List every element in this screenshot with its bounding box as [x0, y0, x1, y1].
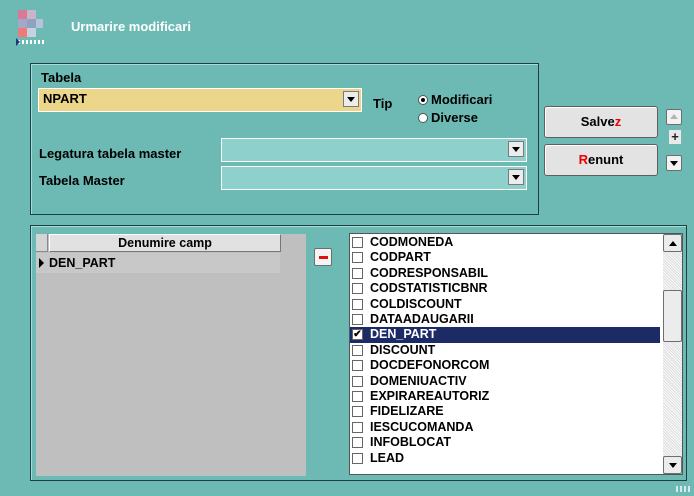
- radio-modificari-label: Modificari: [431, 92, 493, 107]
- table-row[interactable]: DEN_PART: [36, 253, 280, 273]
- checkbox-icon[interactable]: [352, 452, 363, 464]
- list-item[interactable]: LEAD: [350, 451, 660, 466]
- move-down-button[interactable]: [666, 155, 682, 171]
- list-item-label: IESCUCOMANDA: [370, 419, 474, 434]
- tabela-label: Tabela: [41, 70, 82, 85]
- list-item[interactable]: DISCOUNT: [350, 343, 660, 358]
- list-item-label: EXPIRAREAUTORIZ: [370, 389, 490, 403]
- list-item-label: DATAADAUGARII: [370, 312, 474, 326]
- legatura-label: Legatura tabela master: [39, 146, 182, 161]
- list-item[interactable]: DOCDEFONORCOM: [350, 358, 660, 373]
- list-item[interactable]: DOMENIUACTIV: [350, 374, 660, 389]
- grid-header[interactable]: Denumire camp: [49, 234, 281, 252]
- checkbox-checked-icon[interactable]: ✔: [352, 329, 363, 341]
- vertical-scrollbar[interactable]: [663, 234, 682, 474]
- list-item[interactable]: DATAADAUGARII: [350, 312, 660, 327]
- list-item[interactable]: INFOBLOCAT: [350, 435, 660, 450]
- chevron-down-icon: [669, 463, 677, 468]
- resize-grip-icon[interactable]: [676, 486, 690, 492]
- window-title: Urmarire modificari: [71, 19, 191, 34]
- checkbox-icon[interactable]: [352, 360, 363, 372]
- radio-selected-icon[interactable]: [418, 95, 428, 105]
- list-item-label: DISCOUNT: [370, 342, 436, 357]
- save-hotkey: z: [614, 114, 622, 129]
- list-item-label: DEN_PART: [370, 327, 437, 342]
- add-button[interactable]: +: [669, 130, 681, 144]
- list-item[interactable]: EXPIRAREAUTORIZ: [350, 389, 660, 404]
- list-item[interactable]: FIDELIZARE: [350, 404, 660, 419]
- list-item[interactable]: CODSTATISTICBNR: [350, 281, 660, 296]
- checklist-items: CODMONEDA CODPART CODRESPONSABIL CODSTATIST…: [350, 235, 663, 474]
- checkbox-icon[interactable]: [352, 252, 363, 264]
- row-cell-den-part: DEN_PART: [49, 256, 116, 270]
- list-item-label: CODSTATISTICBNR: [370, 281, 488, 296]
- app-logo-icon: [16, 10, 44, 46]
- scroll-down-button[interactable]: [663, 456, 682, 474]
- save-label: Salve: [580, 114, 615, 129]
- chevron-up-icon: [670, 114, 678, 119]
- list-item[interactable]: IESCUCOMANDA: [350, 420, 660, 435]
- tabela-master-combo[interactable]: [221, 166, 527, 190]
- list-item-label: CODRESPONSABIL: [370, 265, 489, 280]
- chevron-down-icon[interactable]: [343, 91, 359, 107]
- grid-header-spacer: [36, 234, 48, 252]
- checkbox-icon[interactable]: [352, 421, 363, 433]
- save-button[interactable]: Salvez: [544, 106, 658, 138]
- fields-grid: Denumire camp DEN_PART: [36, 234, 306, 476]
- cancel-hotkey: R: [578, 152, 588, 167]
- checkbox-icon[interactable]: [352, 344, 363, 356]
- list-item-label: DOCDEFONORCOM: [370, 358, 490, 373]
- radio-diverse-label: Diverse: [431, 110, 478, 125]
- checkbox-icon[interactable]: [352, 314, 363, 325]
- list-item-label: LEAD: [370, 450, 405, 465]
- cancel-button[interactable]: Renunt: [544, 144, 658, 176]
- field-checklist[interactable]: CODMONEDA CODPART CODRESPONSABIL CODSTATIST…: [349, 233, 683, 475]
- list-item[interactable]: ✔ DEN_PART: [350, 327, 660, 343]
- radio-unselected-icon[interactable]: [418, 113, 428, 123]
- tabela-value: NPART: [43, 91, 87, 106]
- chevron-down-icon[interactable]: [508, 141, 524, 157]
- list-item-label: FIDELIZARE: [370, 404, 444, 419]
- cancel-label: enunt: [588, 152, 624, 167]
- tabela-master-label: Tabela Master: [39, 173, 125, 188]
- move-up-button[interactable]: [666, 109, 682, 125]
- title-bar: Urmarire modificari: [0, 0, 694, 58]
- list-item-label: DOMENIUACTIV: [370, 373, 467, 388]
- scroll-up-button[interactable]: [663, 234, 682, 252]
- list-item[interactable]: CODRESPONSABIL: [350, 266, 660, 281]
- list-item-label: COLDISCOUNT: [370, 296, 462, 311]
- list-item-label: CODMONEDA: [370, 235, 454, 249]
- tip-label: Tip: [373, 96, 393, 111]
- list-item[interactable]: CODPART: [350, 250, 660, 265]
- tabela-combo[interactable]: NPART: [38, 88, 362, 112]
- checkbox-icon[interactable]: [352, 406, 363, 418]
- radio-diverse[interactable]: Diverse: [418, 110, 478, 125]
- checkbox-icon[interactable]: [352, 391, 363, 402]
- chevron-down-icon[interactable]: [508, 169, 524, 185]
- radio-modificari[interactable]: Modificari: [418, 92, 492, 107]
- checkbox-icon[interactable]: [352, 298, 363, 310]
- checkbox-icon[interactable]: [352, 283, 363, 295]
- list-item[interactable]: CODMONEDA: [350, 235, 660, 250]
- scroll-thumb[interactable]: [663, 290, 682, 342]
- checkbox-icon[interactable]: [352, 237, 363, 248]
- checkbox-icon[interactable]: [352, 437, 363, 449]
- list-item-label: CODPART: [370, 250, 431, 265]
- row-pointer-icon: [39, 258, 44, 268]
- legatura-combo[interactable]: [221, 138, 527, 162]
- list-item-label: INFOBLOCAT: [370, 435, 452, 450]
- remove-field-button[interactable]: [314, 248, 332, 266]
- chevron-up-icon: [669, 241, 677, 246]
- chevron-down-icon: [670, 161, 678, 166]
- minus-icon: [319, 256, 328, 259]
- checkbox-icon[interactable]: [352, 267, 363, 279]
- list-item[interactable]: COLDISCOUNT: [350, 297, 660, 312]
- checkbox-icon[interactable]: [352, 375, 363, 387]
